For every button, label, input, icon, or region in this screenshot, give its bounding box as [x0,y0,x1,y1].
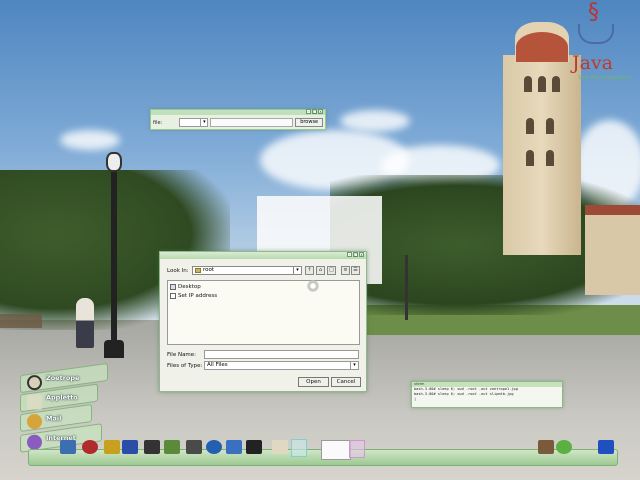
files-of-type-value: All Files [207,362,228,368]
glass-panel-icon[interactable] [349,440,365,458]
leaf-app-icon[interactable] [556,440,572,454]
cd-icon[interactable] [82,440,98,454]
maximize-button[interactable]: □ [312,109,317,114]
browse-button[interactable]: browse [295,118,323,127]
wallpaper-cloud [340,110,410,132]
pirate-flag-icon[interactable] [246,440,262,454]
mini-window-thumbnail[interactable] [321,440,351,460]
wallpaper-window [546,118,554,134]
chevron-down-icon: ▾ [293,267,301,274]
tux-icon[interactable] [144,440,160,454]
file-browse-window: - □ x file: ▾ browse [150,109,326,130]
open-file-dialog: - □ x Look In: root ▾ ↑ ⌂ □ ≡ ☰ Desktop … [159,251,367,392]
wallpaper-person [76,298,94,348]
terminal-cursor-line: | [414,397,417,401]
minimize-button[interactable]: - [347,252,352,257]
new-folder-button[interactable]: □ [327,266,336,275]
film-reel-icon [27,374,42,390]
wallpaper-window [524,76,532,92]
launcher-item-label: Appletto [46,393,78,402]
java-logo: § Java Sun Microsystems [568,2,638,82]
list-item[interactable]: Desktop [170,283,201,291]
pencil-icon[interactable] [104,440,120,454]
wallpaper-lamp [106,152,122,172]
close-button[interactable]: x [318,109,323,114]
earth-icon[interactable] [206,440,222,454]
maximize-button[interactable]: □ [353,252,358,257]
launcher-item-label: Mail [46,414,62,423]
mail-icon [27,413,42,429]
open-button[interactable]: Open [298,377,329,387]
chevron-down-icon: ▾ [200,119,207,126]
folder-icon [195,268,201,273]
wallpaper-window [552,76,560,92]
chevron-down-icon: ▾ [350,362,358,369]
sparkle-cursor-icon [306,279,320,293]
lamp-icon[interactable] [538,440,554,454]
up-folder-button[interactable]: ↑ [305,266,314,275]
wallpaper-window [538,76,546,92]
list-item-label: Desktop [178,284,201,290]
file-name-input[interactable] [204,350,359,359]
list-view-button[interactable]: ≡ [341,266,350,275]
wallpaper-window [526,118,534,134]
wallpaper-bench [0,314,42,328]
list-item[interactable]: Set IP address [170,292,217,300]
wallpaper-lamppost [111,160,117,350]
details-view-button[interactable]: ☰ [351,266,360,275]
glass-panel-icon[interactable] [291,439,307,457]
keyboard-icon[interactable] [186,440,202,454]
file-label: file: [153,119,163,126]
files-of-type-select[interactable]: All Files ▾ [204,361,359,370]
close-button[interactable]: x [359,252,364,257]
look-in-combo[interactable]: root ▾ [192,266,302,275]
wallpaper-cloud [60,130,120,150]
file-type-select[interactable]: ▾ [178,118,209,127]
wand-icon[interactable] [272,440,288,454]
files-of-type-label: Files of Type: [167,362,203,369]
file-icon [170,293,176,299]
globe-icon [27,434,42,450]
list-item-label: Set IP address [178,293,218,299]
wallpaper-window [526,150,534,166]
system-monitor-icon[interactable] [164,440,180,454]
app-launcher: Zoetrope Appletto Mail Internet [14,362,114,453]
open-dialog-titlebar[interactable]: - □ x [160,252,366,259]
leaf-icon [27,393,42,409]
home-button[interactable]: ⌂ [316,266,325,275]
wallpaper-building [585,215,640,295]
java-cup-icon [578,24,614,44]
java-logo-subtext: Sun Microsystems [578,75,632,81]
terminal-window[interactable]: xterm bash-3.00# sleep 6; xwd -root -out… [411,381,563,408]
blue-star-icon[interactable] [598,440,614,454]
star-app-icon[interactable] [226,440,242,454]
wallpaper-lamp-base [104,340,124,358]
launcher-item-label: Zoetrope [46,374,80,383]
cancel-button[interactable]: Cancel [331,377,361,387]
look-in-label: Look In: [167,268,189,274]
laptop-icon[interactable] [60,440,76,454]
wallpaper-dome [516,32,568,62]
java-logo-text: Java [572,52,614,74]
file-path-input[interactable] [210,118,294,127]
java-steam-icon: § [588,0,599,25]
monitor-icon[interactable] [122,440,138,454]
file-name-label: File Name: [167,351,197,358]
look-in-value: root [203,267,215,273]
file-browse-titlebar[interactable]: - □ x [151,109,325,115]
wallpaper-lamppost [405,255,408,320]
folder-icon [170,284,176,290]
minimize-button[interactable]: - [306,109,311,114]
file-list[interactable]: Desktop Set IP address [167,280,360,345]
wallpaper-window [546,150,554,166]
